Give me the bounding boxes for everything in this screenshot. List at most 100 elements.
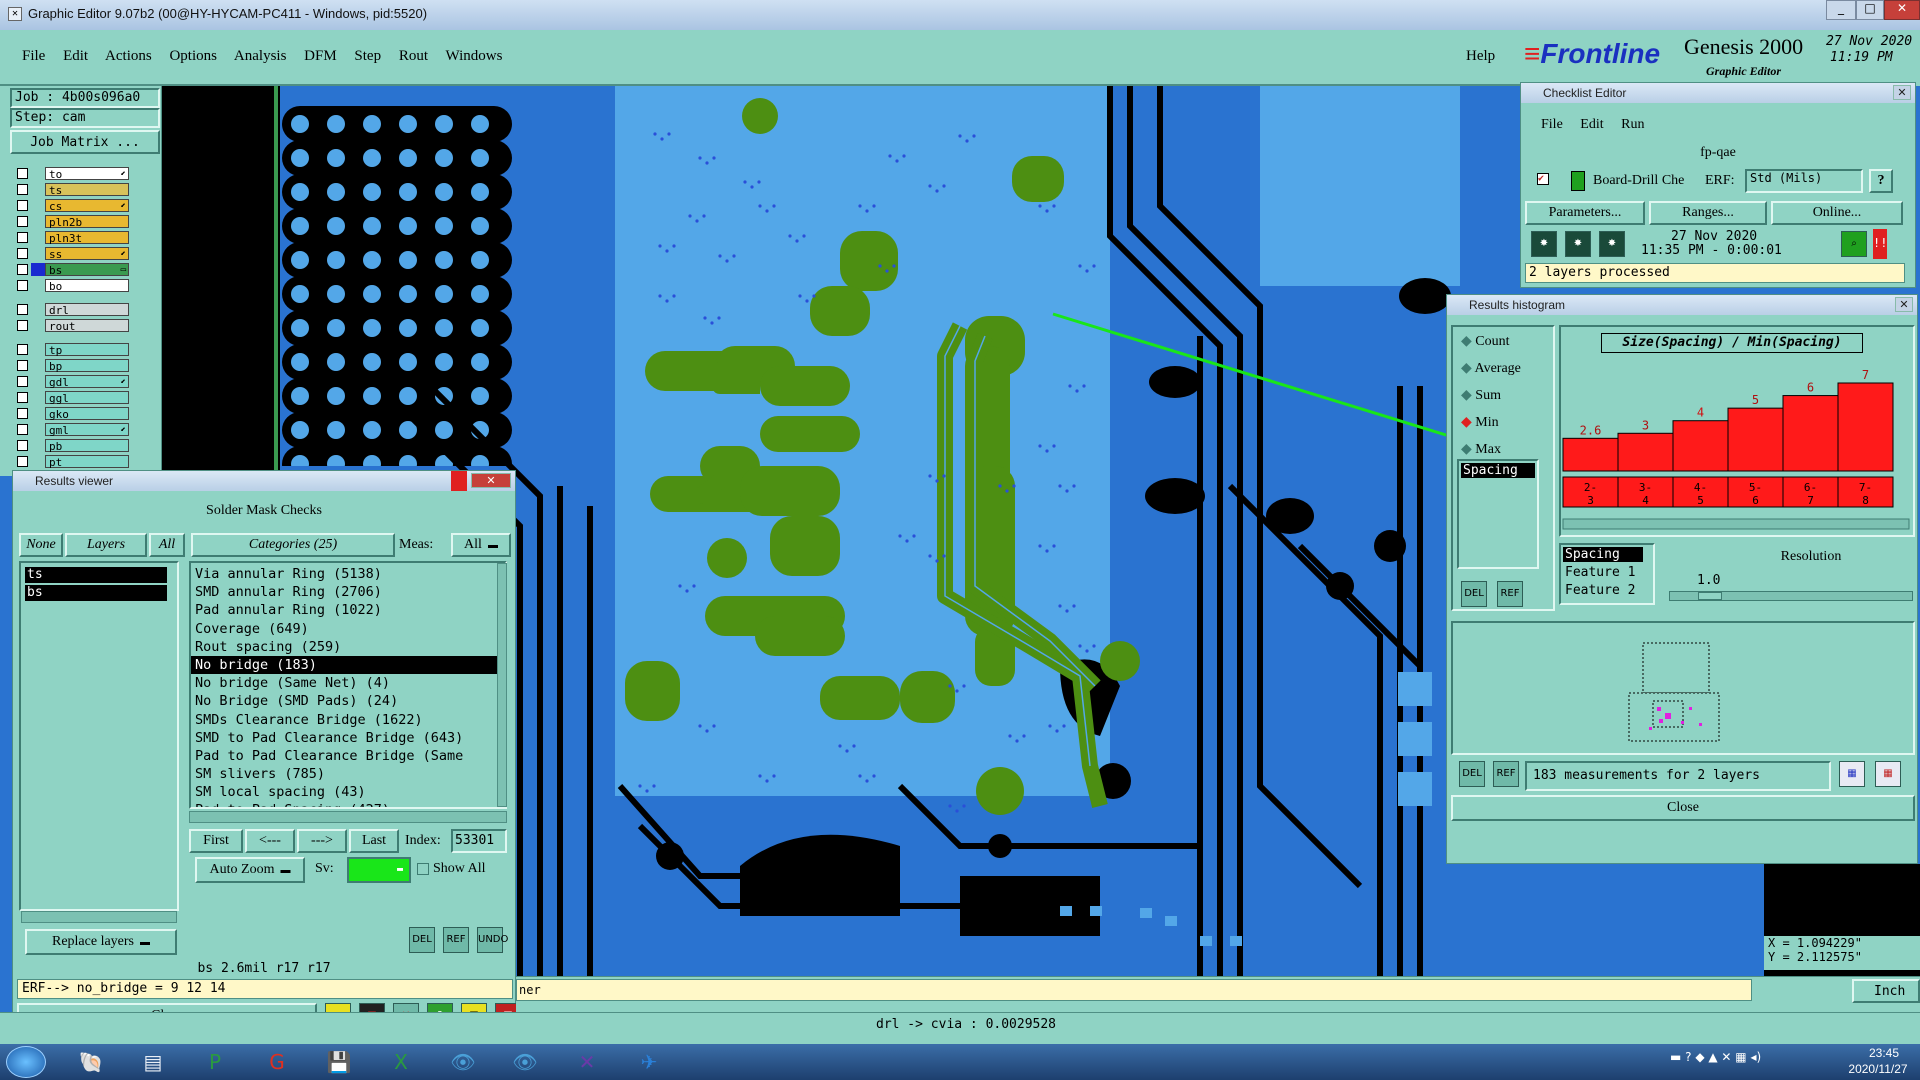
menu-rout[interactable]: Rout (399, 48, 428, 64)
menu-file[interactable]: File (22, 48, 45, 64)
menu-help[interactable]: Help (1466, 48, 1495, 65)
category-item[interactable]: Pad to Pad Spacing (427) (191, 801, 505, 807)
layer-row[interactable]: cs ⬋ (13, 199, 133, 213)
layer-row[interactable]: drl (13, 303, 133, 317)
layer-row[interactable]: to ⬋ (13, 167, 133, 181)
taskbar-app[interactable]: 👁 (436, 1043, 490, 1080)
maximize-button[interactable]: □ (1856, 0, 1884, 20)
layer-checkbox[interactable] (17, 456, 28, 467)
layer-checkbox[interactable] (17, 216, 28, 227)
category-item[interactable]: Via annular Ring (5138) (191, 565, 505, 583)
category-item[interactable]: Coverage (649) (191, 620, 505, 638)
job-matrix-button[interactable]: Job Matrix ... (10, 130, 160, 154)
mode-option-average[interactable]: ◆ Average (1461, 360, 1521, 377)
checklist-menu-edit[interactable]: Edit (1580, 117, 1603, 132)
help-button[interactable]: ? (1869, 169, 1893, 193)
layer-name[interactable]: pb (45, 439, 129, 453)
clock-date[interactable]: 2020/11/27 (1838, 1062, 1918, 1076)
layer-name[interactable]: cs ⬋ (45, 199, 129, 213)
layer-checkbox[interactable] (17, 264, 28, 275)
layer-row[interactable]: pln2b (13, 215, 133, 229)
measure-item-spacing[interactable]: Spacing (1461, 463, 1535, 478)
layer-name[interactable]: ss ⬋ (45, 247, 129, 261)
online-button[interactable]: Online... (1771, 201, 1903, 225)
layer-checkbox[interactable] (17, 440, 28, 451)
histogram-bar[interactable] (1617, 432, 1674, 472)
zoom-icon[interactable]: ⌕ (1841, 231, 1867, 257)
category-item[interactable]: SM local spacing (43) (191, 783, 505, 801)
layer-name[interactable]: tp (45, 343, 129, 357)
categories-vscroll[interactable] (497, 563, 507, 807)
layer-row[interactable]: pt (13, 455, 133, 469)
layer-row[interactable]: ss ⬋ (13, 247, 133, 261)
units-button[interactable]: Inch (1852, 979, 1920, 1003)
checklist-close-icon[interactable]: ✕ (1893, 85, 1911, 100)
category-item[interactable]: No Bridge (SMD Pads) (24) (191, 692, 505, 710)
histogram-bar[interactable] (1837, 382, 1894, 472)
alert-icon[interactable]: !! (1873, 229, 1887, 259)
show-all-checkbox[interactable] (417, 863, 429, 875)
mode-option-sum[interactable]: ◆ Sum (1461, 387, 1501, 404)
layer-checkbox[interactable] (17, 424, 28, 435)
layer-list-scrollbar[interactable] (21, 911, 177, 923)
check-enabled-icon[interactable]: ✔ (1537, 173, 1549, 185)
layer-name[interactable]: pln3t (45, 231, 129, 245)
histogram-bar[interactable] (1727, 407, 1784, 472)
export-icon[interactable]: ▦ (1839, 761, 1865, 787)
next-button[interactable]: ---> (297, 829, 347, 853)
start-button[interactable] (6, 1046, 46, 1078)
histogram-bar[interactable] (1672, 420, 1729, 472)
sv-color-select[interactable]: ▬ (347, 857, 411, 883)
categories-list[interactable]: Via annular Ring (5138) SMD annular Ring … (189, 561, 507, 809)
replace-layers-select[interactable]: Replace layers ▬ (25, 929, 177, 955)
last-button[interactable]: Last (349, 829, 399, 853)
categories-button[interactable]: Categories (25) (191, 533, 395, 557)
mode-option-count[interactable]: ◆ Count (1461, 333, 1510, 350)
category-item[interactable]: SM slivers (785) (191, 765, 505, 783)
menu-dfm[interactable]: DFM (304, 48, 337, 64)
menu-windows[interactable]: Windows (446, 48, 503, 64)
del-icon[interactable]: DEL (409, 927, 435, 953)
layer-row[interactable]: gml ⬋ (13, 423, 133, 437)
parameters-button[interactable]: Parameters... (1525, 201, 1645, 225)
layer-result-bs[interactable]: bs (25, 585, 167, 601)
histogram-close-icon[interactable]: ✕ (1895, 297, 1913, 312)
category-item[interactable]: Pad to Pad Clearance Bridge (Same (191, 747, 505, 765)
feature-item-spacing[interactable]: Spacing (1563, 547, 1643, 562)
hist-del-icon-2[interactable]: DEL (1459, 761, 1485, 787)
layer-name[interactable]: bo (45, 279, 129, 293)
board-preview[interactable] (1451, 621, 1915, 755)
layer-name[interactable]: gdl ⬋ (45, 375, 129, 389)
layer-results-list[interactable]: ts bs (19, 561, 179, 911)
category-item[interactable]: Rout spacing (259) (191, 638, 505, 656)
layer-checkbox[interactable] (17, 168, 28, 179)
mode-option-min[interactable]: ◆ Min (1461, 414, 1499, 431)
checklist-menu-file[interactable]: File (1541, 117, 1563, 132)
histogram-close-button[interactable]: Close (1451, 795, 1915, 821)
mode-option-max[interactable]: ◆ Max (1461, 441, 1501, 458)
print-icon[interactable]: ▦ (1875, 761, 1901, 787)
menu-options[interactable]: Options (169, 48, 217, 64)
layer-checkbox[interactable] (17, 184, 28, 195)
layers-button[interactable]: Layers (65, 533, 147, 557)
histogram-bar[interactable] (1562, 437, 1619, 472)
layer-row[interactable]: bo (13, 279, 133, 293)
first-button[interactable]: First (189, 829, 243, 853)
run-selected-icon[interactable]: ✸ (1599, 231, 1625, 257)
layer-name[interactable]: bp (45, 359, 129, 373)
layer-checkbox[interactable] (17, 248, 28, 259)
layer-checkbox[interactable] (17, 280, 28, 291)
category-item[interactable]: SMDs Clearance Bridge (1622) (191, 711, 505, 729)
check-name[interactable]: Board-Drill Che (1593, 173, 1693, 189)
layer-row[interactable]: pln3t (13, 231, 133, 245)
histogram-bar[interactable] (1782, 395, 1839, 472)
layer-name[interactable]: ts (45, 183, 129, 197)
layer-checkbox[interactable] (17, 200, 28, 211)
layer-name[interactable]: pln2b (45, 215, 129, 229)
layer-row[interactable]: ts (13, 183, 133, 197)
feature-list[interactable]: Spacing Feature 1 Feature 2 (1559, 543, 1655, 605)
layer-row[interactable]: tp (13, 343, 133, 357)
run-icon[interactable]: ✸ (1531, 231, 1557, 257)
taskbar-app[interactable]: ✈ (622, 1043, 676, 1080)
index-field[interactable]: 53301 (451, 829, 507, 853)
